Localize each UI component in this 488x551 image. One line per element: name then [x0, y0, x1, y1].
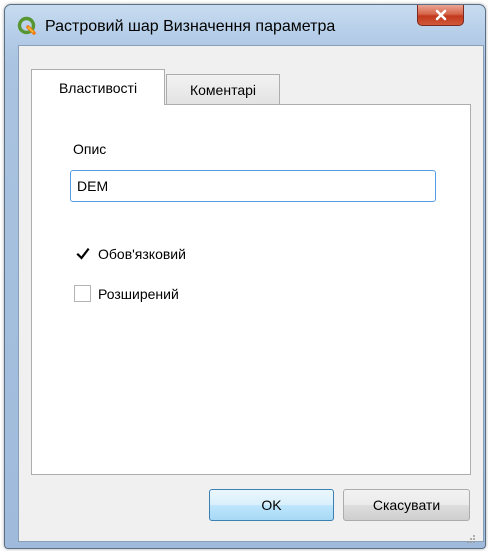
description-input[interactable] [70, 170, 436, 202]
close-button[interactable] [417, 5, 464, 26]
advanced-checkbox[interactable] [74, 285, 91, 302]
cancel-button[interactable]: Скасувати [343, 489, 470, 521]
close-icon [434, 9, 448, 21]
ok-button[interactable]: OK [209, 489, 334, 521]
tab-properties[interactable]: Властивості [31, 69, 165, 105]
checkmark-icon [75, 247, 90, 260]
tab-properties-label: Властивості [58, 79, 138, 96]
tab-comments-label: Коментарі [189, 81, 257, 98]
tab-comments[interactable]: Коментарі [166, 74, 280, 104]
ok-button-label: OK [261, 497, 282, 513]
title-bar[interactable]: Растровий шар Визначення параметра [5, 5, 485, 47]
resize-grip-icon[interactable] [466, 531, 476, 543]
cancel-button-label: Скасувати [372, 497, 441, 513]
advanced-label: Розширений [98, 285, 179, 302]
window-title: Растровий шар Визначення параметра [45, 18, 336, 35]
mandatory-checkbox-row[interactable]: Обов'язковий [74, 245, 186, 262]
advanced-checkbox-row[interactable]: Розширений [74, 285, 179, 302]
qgis-logo-icon [17, 16, 37, 36]
description-label: Опис [73, 141, 107, 157]
mandatory-checkbox[interactable] [74, 245, 91, 262]
mandatory-label: Обов'язковий [98, 245, 186, 262]
